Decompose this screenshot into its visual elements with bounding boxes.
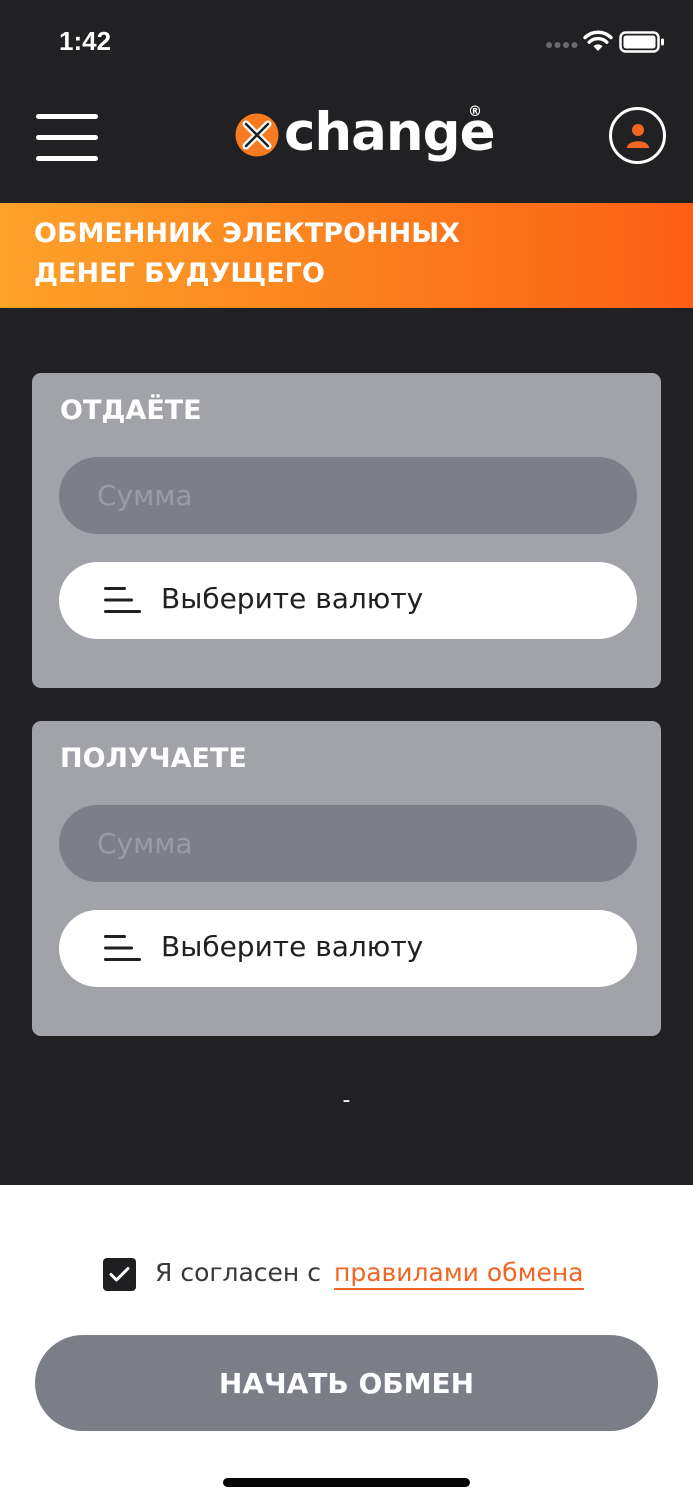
exchange-rules-link[interactable]: правилами обмена [334, 1258, 584, 1290]
start-exchange-button[interactable]: НАЧАТЬ ОБМЕН [35, 1335, 658, 1431]
receive-amount-input[interactable] [59, 805, 637, 882]
receive-card-title: ПОЛУЧАЕТЕ [60, 743, 247, 774]
agreement-text: Я согласен с [155, 1258, 321, 1287]
home-indicator [223, 1478, 470, 1487]
logo-x-icon [235, 113, 279, 157]
battery-icon [619, 31, 664, 53]
receive-card: ПОЛУЧАЕТЕ Выберите валюту [32, 721, 661, 1036]
give-card-title: ОТДАЁТЕ [60, 395, 202, 426]
checkmark-icon [109, 1267, 130, 1282]
app-header: change ® [0, 84, 693, 203]
wifi-icon [583, 30, 613, 51]
list-icon [104, 935, 141, 961]
receive-currency-select[interactable]: Выберите валюту [59, 910, 637, 987]
promo-banner: ОБМЕННИК ЭЛЕКТРОННЫХ ДЕНЕГ БУДУЩЕГО [0, 203, 693, 308]
hamburger-menu-icon[interactable] [36, 114, 98, 162]
give-currency-select[interactable]: Выберите валюту [59, 562, 637, 639]
bottom-panel: Я согласен с правилами обмена НАЧАТЬ ОБМ… [0, 1185, 693, 1500]
banner-line-1: ОБМЕННИК ЭЛЕКТРОННЫХ [34, 218, 461, 249]
status-bar: 1:42 [0, 0, 693, 84]
give-amount-input[interactable] [59, 457, 637, 534]
agreement-checkbox[interactable] [103, 1258, 136, 1291]
profile-button[interactable] [609, 107, 666, 164]
status-time: 1:42 [59, 26, 112, 56]
give-currency-label: Выберите валюту [161, 582, 424, 615]
list-icon [104, 587, 141, 613]
exchange-rate-text: - [342, 1088, 351, 1113]
banner-line-2: ДЕНЕГ БУДУЩЕГО [34, 258, 325, 289]
receive-currency-label: Выберите валюту [161, 930, 424, 963]
cellular-signal-icon [546, 42, 578, 48]
logo-registered-mark: ® [468, 104, 482, 120]
give-card: ОТДАЁТЕ Выберите валюту [32, 373, 661, 688]
user-icon [627, 124, 649, 148]
logo-wordmark: change [284, 102, 496, 163]
